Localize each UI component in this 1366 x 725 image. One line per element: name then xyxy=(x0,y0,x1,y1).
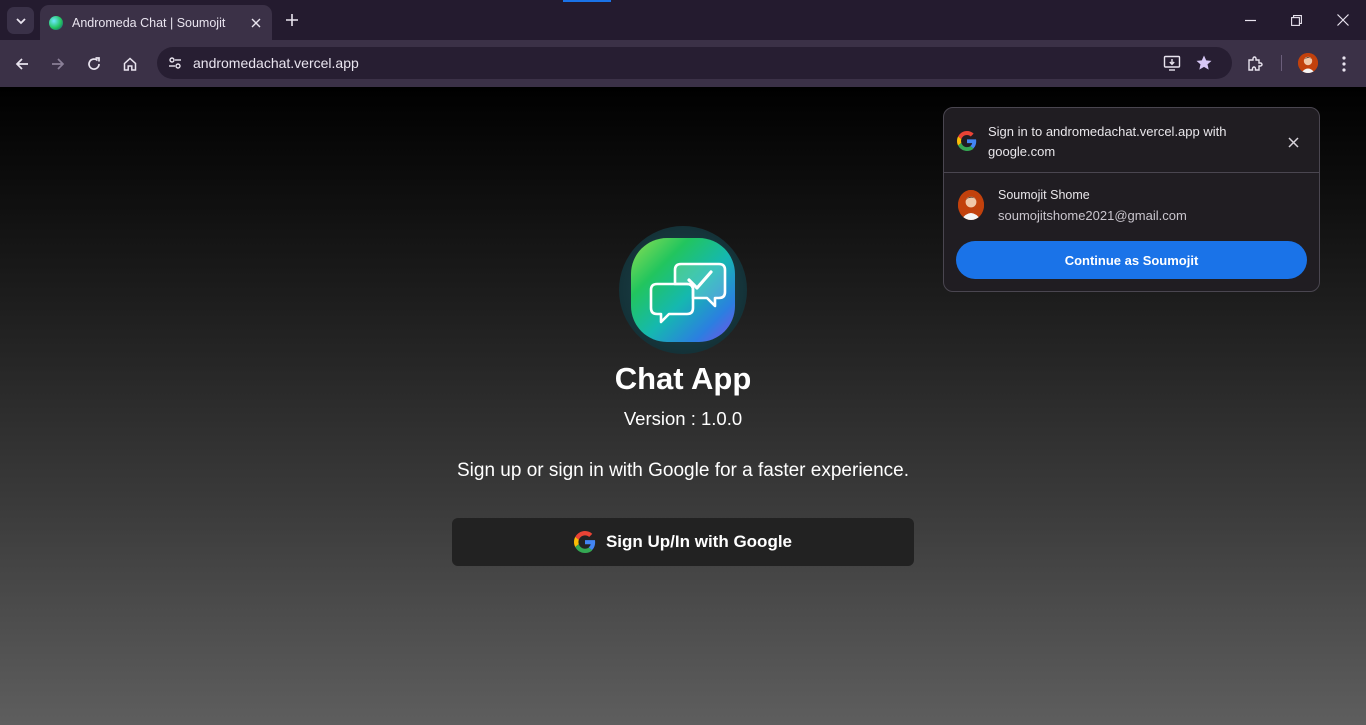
google-sign-in-label: Sign Up/In with Google xyxy=(605,532,793,551)
puzzle-icon xyxy=(1248,56,1263,71)
reload-icon xyxy=(88,57,100,70)
account-email: soumojitshome2021@gmail.com xyxy=(998,208,1187,223)
close-icon xyxy=(1337,14,1349,26)
tune-icon xyxy=(169,57,181,69)
tab-favicon xyxy=(49,15,63,30)
google-g-icon xyxy=(957,131,977,151)
tab-strip: Andromeda Chat | Soumojit xyxy=(0,0,1366,40)
site-info-button[interactable] xyxy=(163,51,187,75)
minimize-icon xyxy=(1244,19,1256,21)
new-tab-button[interactable] xyxy=(281,9,303,31)
restore-icon xyxy=(1290,14,1302,26)
app-logo xyxy=(619,226,747,354)
app-logo-badge xyxy=(631,238,735,342)
bookmark-button[interactable] xyxy=(1192,51,1216,75)
chat-bubbles-icon xyxy=(649,262,727,324)
browser-menu-button[interactable] xyxy=(1330,50,1358,78)
home-button[interactable] xyxy=(116,50,144,78)
install-icon xyxy=(1163,55,1181,71)
arrow-left-icon xyxy=(15,58,28,70)
account-name: Soumojit Shome xyxy=(998,188,1090,202)
tab-drag-indicator xyxy=(563,0,611,2)
close-icon xyxy=(1287,136,1299,148)
google-one-tap-popup: Sign in to andromedachat.vercel.app with… xyxy=(943,107,1320,292)
url-text[interactable]: andromedachat.vercel.app xyxy=(193,55,359,71)
reload-button[interactable] xyxy=(80,50,108,78)
tab-title: Andromeda Chat | Soumojit xyxy=(72,15,226,30)
kebab-menu-icon xyxy=(1342,56,1346,72)
google-g-icon xyxy=(573,531,596,553)
address-bar[interactable]: andromedachat.vercel.app xyxy=(157,47,1232,79)
back-button[interactable] xyxy=(8,50,36,78)
popup-heading: Sign in to andromedachat.vercel.app with… xyxy=(988,124,1227,159)
home-icon xyxy=(123,57,137,71)
close-icon xyxy=(251,18,261,27)
account-avatar xyxy=(958,190,984,220)
sign-in-tagline: Sign up or sign in with Google for a fas… xyxy=(456,460,910,481)
extensions-button[interactable] xyxy=(1241,50,1269,78)
plus-icon xyxy=(286,14,298,26)
forward-button[interactable] xyxy=(44,50,72,78)
star-icon xyxy=(1196,55,1212,70)
install-app-button[interactable] xyxy=(1160,51,1184,75)
app-version: Version : 1.0.0 xyxy=(623,408,743,429)
popup-close-button[interactable] xyxy=(1282,131,1304,153)
restore-button[interactable] xyxy=(1273,0,1319,40)
chevron-down-icon xyxy=(15,17,26,24)
toolbar-divider xyxy=(1281,55,1282,71)
arrow-right-icon xyxy=(52,58,65,70)
profile-avatar-button[interactable] xyxy=(1298,53,1318,73)
google-sign-in-button[interactable]: Sign Up/In with Google xyxy=(452,518,914,566)
tab-andromeda-chat[interactable]: Andromeda Chat | Soumojit xyxy=(40,5,272,40)
avatar-icon xyxy=(1298,53,1318,73)
tab-close-button[interactable] xyxy=(246,13,266,33)
tab-search-button[interactable] xyxy=(7,7,34,34)
continue-as-button[interactable]: Continue as Soumojit xyxy=(956,241,1307,279)
close-window-button[interactable] xyxy=(1320,0,1366,40)
app-title: Chat App xyxy=(614,361,752,396)
avatar-icon xyxy=(958,190,984,220)
minimize-button[interactable] xyxy=(1227,0,1273,40)
popup-divider xyxy=(944,172,1319,173)
